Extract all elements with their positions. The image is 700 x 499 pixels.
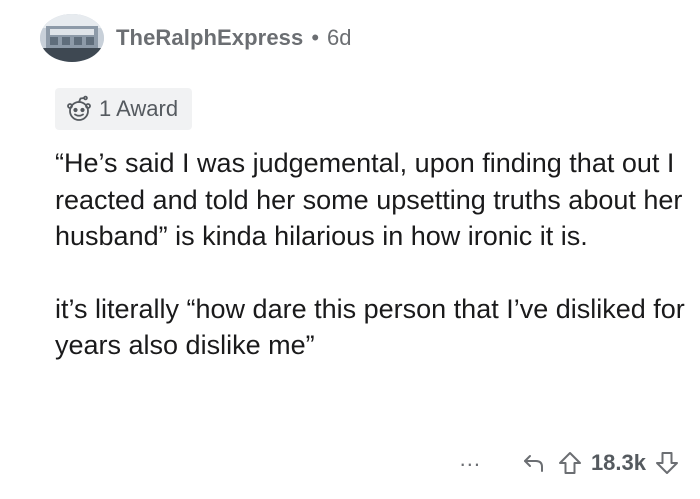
- comment-actions: ... 18.3k: [460, 448, 680, 476]
- more-options-button[interactable]: ...: [460, 448, 481, 470]
- comment-paragraph: it’s literally “how dare this person tha…: [55, 293, 685, 361]
- upvote-icon[interactable]: [557, 450, 583, 476]
- comment-age: 6d: [327, 25, 352, 50]
- username[interactable]: TheRalphExpress: [116, 25, 303, 51]
- downvote-icon[interactable]: [654, 450, 680, 476]
- award-badge[interactable]: 1 Award: [55, 88, 193, 130]
- comment-header: TheRalphExpress • 6d: [40, 14, 352, 62]
- award-icon: [65, 95, 93, 123]
- comment-paragraph: “He’s said I was judgemental, upon findi…: [55, 148, 683, 251]
- vote-score: 18.3k: [590, 450, 646, 475]
- avatar[interactable]: [40, 14, 104, 62]
- comment-body: “He’s said I was judgemental, upon findi…: [55, 145, 685, 364]
- award-label: 1 Award: [99, 96, 179, 121]
- comment: TheRalphExpress • 6d 1 Award “He’s said …: [0, 0, 700, 499]
- meta-separator: •: [311, 25, 320, 50]
- reply-icon[interactable]: [521, 450, 547, 476]
